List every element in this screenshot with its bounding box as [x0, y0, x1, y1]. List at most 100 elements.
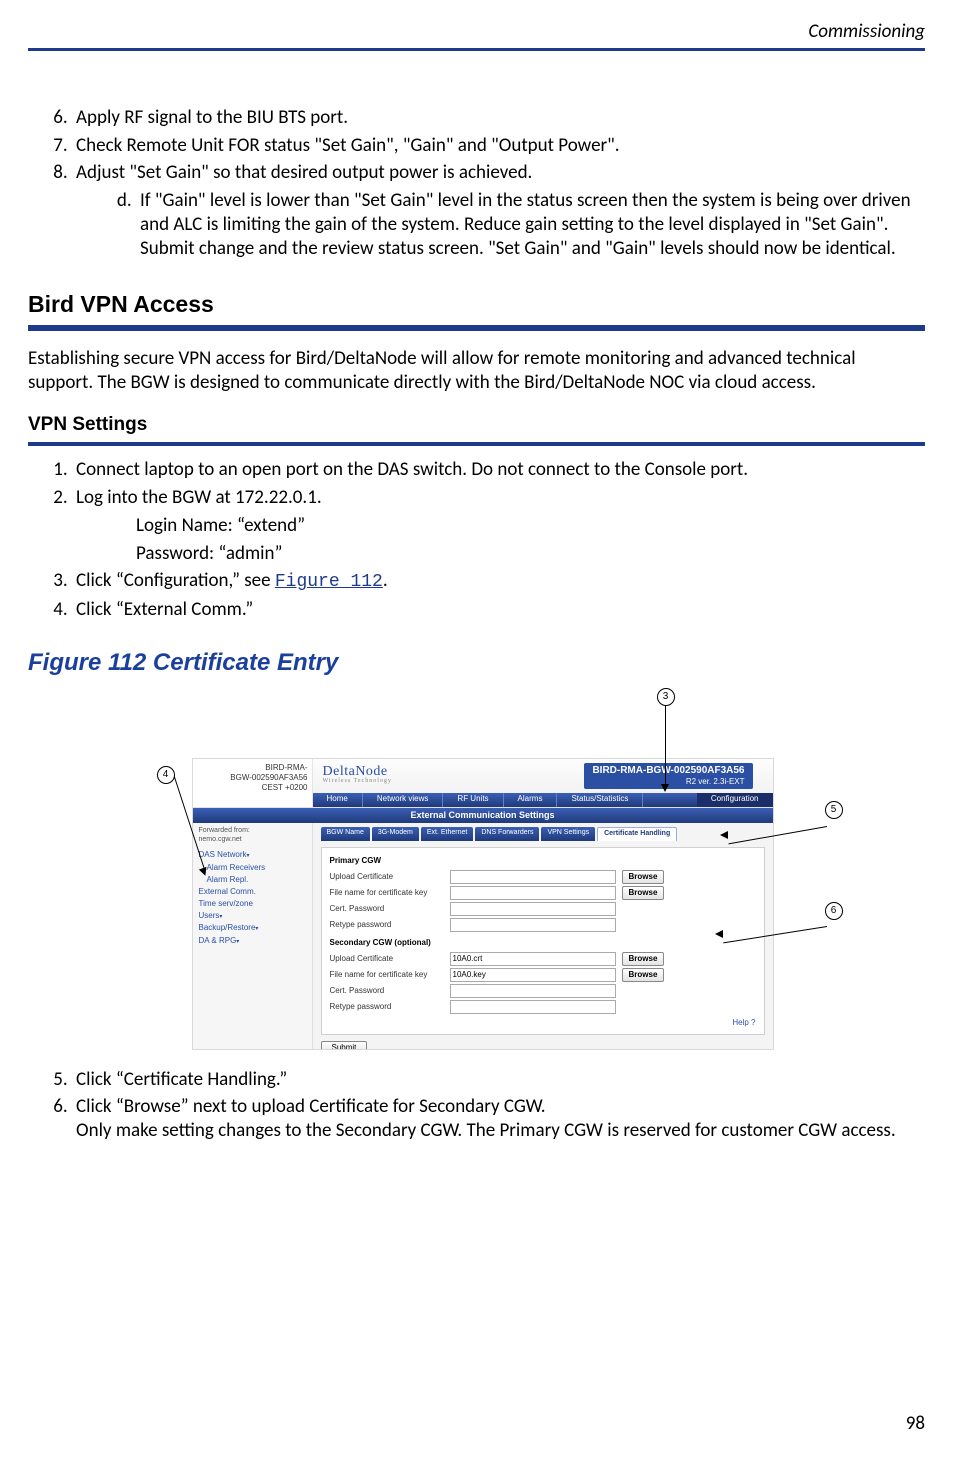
- tab-bgw-name[interactable]: BGW Name: [321, 827, 370, 841]
- secondary-cert-pw-input[interactable]: [450, 984, 616, 998]
- vpn-step-3-pre: Click “Configuration,” see: [76, 569, 275, 592]
- header-rule: [28, 48, 925, 51]
- secondary-file-browse-button[interactable]: Browse: [622, 968, 665, 982]
- primary-upload-browse-button[interactable]: Browse: [622, 870, 665, 884]
- brand-logo: DeltaNode Wireless Technology: [323, 763, 392, 786]
- vpn-step-6-line1: Click “Browse” next to upload Certificat…: [76, 1095, 546, 1118]
- embedded-screenshot: BIRD-RMA- BGW-002590AF3A56 CEST +0200 De…: [192, 758, 774, 1050]
- group-secondary-cgw: Secondary CGW (optional): [330, 938, 756, 948]
- lbl-file-key: File name for certificate key: [330, 888, 450, 898]
- row-secondary-cert-pw: Cert. Password: [330, 984, 756, 998]
- vpn-step-1: Connect laptop to an open port on the DA…: [72, 458, 925, 482]
- nav-rf-units[interactable]: RF Units: [443, 793, 503, 807]
- vpn-intro-paragraph: Establishing secure VPN access for Bird/…: [28, 347, 925, 395]
- secondary-retype-input[interactable]: [450, 1000, 616, 1014]
- sidebar-alarm-repl[interactable]: Alarm Repl.: [199, 875, 306, 885]
- sidebar-backup-restore[interactable]: Backup/Restore▾: [199, 923, 306, 934]
- tab-dns-forwarders[interactable]: DNS Forwarders: [475, 827, 539, 841]
- nav-configuration[interactable]: Configuration: [697, 793, 773, 807]
- callout-4: 4: [157, 766, 175, 784]
- chevron-down-icon: ▾: [219, 914, 222, 920]
- vpn-step-6-line2: Only make setting changes to the Seconda…: [76, 1119, 896, 1142]
- row-primary-file: File name for certificate key Browse: [330, 886, 756, 900]
- secondary-file-input[interactable]: [450, 968, 616, 982]
- mini-topbar: BIRD-RMA- BGW-002590AF3A56 CEST +0200 De…: [193, 759, 773, 808]
- primary-cert-pw-input[interactable]: [450, 902, 616, 916]
- step-8-text: Adjust "Set Gain" so that desired output…: [76, 161, 532, 184]
- help-link[interactable]: Help ?: [330, 1018, 756, 1028]
- sidebar-item-label: DAS Network: [199, 850, 247, 859]
- sidebar-da-rpg[interactable]: DA & RPG▾: [199, 936, 306, 947]
- lbl-file-key: File name for certificate key: [330, 970, 450, 980]
- mini-right-head: DeltaNode Wireless Technology BIRD-RMA-B…: [313, 759, 773, 807]
- step-7: Check Remote Unit FOR status "Set Gain",…: [72, 134, 925, 158]
- lbl-retype: Retype password: [330, 920, 450, 930]
- sidebar-users[interactable]: Users▾: [199, 911, 306, 922]
- vpn-step-5: Click “Certificate Handling.”: [72, 1068, 925, 1092]
- chevron-down-icon: ▾: [255, 926, 258, 932]
- vpn-step-2: Log into the BGW at 172.22.0.1. Login Na…: [72, 486, 925, 565]
- sidebar-external-comm[interactable]: External Comm.: [199, 887, 306, 897]
- group-primary-cgw: Primary CGW: [330, 856, 756, 866]
- brand-text: DeltaNode: [323, 764, 388, 779]
- callout-3-line: [665, 704, 666, 784]
- tab-ext-ethernet[interactable]: Ext. Ethernet: [421, 827, 473, 841]
- step-8-sublist: If "Gain" level is lower than "Set Gain"…: [76, 189, 925, 260]
- forwarded-from: Forwarded from: nemo.cgw.net: [199, 827, 306, 845]
- primary-retype-input[interactable]: [450, 918, 616, 932]
- vpn-step-6: Click “Browse” next to upload Certificat…: [72, 1095, 925, 1143]
- row-primary-retype: Retype password: [330, 918, 756, 932]
- certificate-panel: Primary CGW Upload Certificate Browse Fi…: [321, 847, 765, 1035]
- panel-title-banner: External Communication Settings: [193, 808, 773, 823]
- sidebar-item-label: Users: [199, 911, 220, 920]
- mini-main: BGW Name 3G-Modem Ext. Ethernet DNS Forw…: [313, 823, 773, 1049]
- tab-vpn-settings[interactable]: VPN Settings: [541, 827, 595, 841]
- vpn-step-2-text: Log into the BGW at 172.22.0.1.: [76, 486, 322, 509]
- callout-6: 6: [825, 902, 843, 920]
- vpn-step-3-post: .: [383, 569, 388, 592]
- vpn-steps-list-cont: Click “Certificate Handling.” Click “Bro…: [28, 1068, 925, 1143]
- row-secondary-upload: Upload Certificate Browse: [330, 952, 756, 966]
- secondary-upload-input[interactable]: [450, 952, 616, 966]
- fwd-host: nemo.cgw.net: [199, 836, 242, 843]
- secondary-upload-browse-button[interactable]: Browse: [622, 952, 665, 966]
- mini-body: Forwarded from: nemo.cgw.net DAS Network…: [193, 823, 773, 1049]
- primary-file-browse-button[interactable]: Browse: [622, 886, 665, 900]
- h2-rule: [28, 325, 925, 331]
- vpn-step-3: Click “Configuration,” see Figure 112.: [72, 569, 925, 594]
- nav-status-statistics[interactable]: Status/Statistics: [557, 793, 643, 807]
- row-secondary-retype: Retype password: [330, 1000, 756, 1014]
- sidebar-item-label: Backup/Restore: [199, 923, 256, 932]
- nav-home[interactable]: Home: [313, 793, 363, 807]
- nav-alarms[interactable]: Alarms: [504, 793, 558, 807]
- primary-file-input[interactable]: [450, 886, 616, 900]
- row-primary-upload: Upload Certificate Browse: [330, 870, 756, 884]
- main-navbar: Home Network views RF Units Alarms Statu…: [313, 793, 773, 807]
- chevron-down-icon: ▾: [236, 939, 239, 945]
- figure-112-link[interactable]: Figure 112: [275, 572, 383, 592]
- login-name-line: Login Name: “extend”: [136, 514, 925, 538]
- heading-vpn-settings: VPN Settings: [28, 413, 925, 437]
- vpn-step-4: Click “External Comm.”: [72, 598, 925, 622]
- row-secondary-file: File name for certificate key Browse: [330, 968, 756, 982]
- callout-3-arrow: [661, 784, 669, 792]
- nav-network-views[interactable]: Network views: [363, 793, 444, 807]
- sidebar-alarm-receivers[interactable]: Alarm Receivers: [199, 863, 306, 873]
- step-8d: If "Gain" level is lower than "Set Gain"…: [136, 189, 925, 260]
- device-title: BIRD-RMA-BGW-002590AF3A56: [592, 765, 744, 776]
- chevron-down-icon: ▾: [247, 853, 250, 859]
- primary-upload-input[interactable]: [450, 870, 616, 884]
- callout-5: 5: [825, 801, 843, 819]
- tab-certificate-handling[interactable]: Certificate Handling: [597, 827, 677, 841]
- tabs: BGW Name 3G-Modem Ext. Ethernet DNS Forw…: [321, 827, 765, 841]
- lbl-retype: Retype password: [330, 1002, 450, 1012]
- sidebar-time-serv-zone[interactable]: Time serv/zone: [199, 899, 306, 909]
- tab-3g-modem[interactable]: 3G-Modem: [372, 827, 419, 841]
- password-line: Password: “admin”: [136, 542, 925, 566]
- submit-button[interactable]: Submit: [321, 1041, 368, 1050]
- step-8: Adjust "Set Gain" so that desired output…: [72, 161, 925, 260]
- mini-head-l2: BGW-002590AF3A56: [199, 773, 308, 783]
- sidebar-das-network[interactable]: DAS Network▾: [199, 850, 306, 861]
- figure-caption: Figure 112 Certificate Entry: [28, 648, 925, 678]
- lbl-cert-pw: Cert. Password: [330, 904, 450, 914]
